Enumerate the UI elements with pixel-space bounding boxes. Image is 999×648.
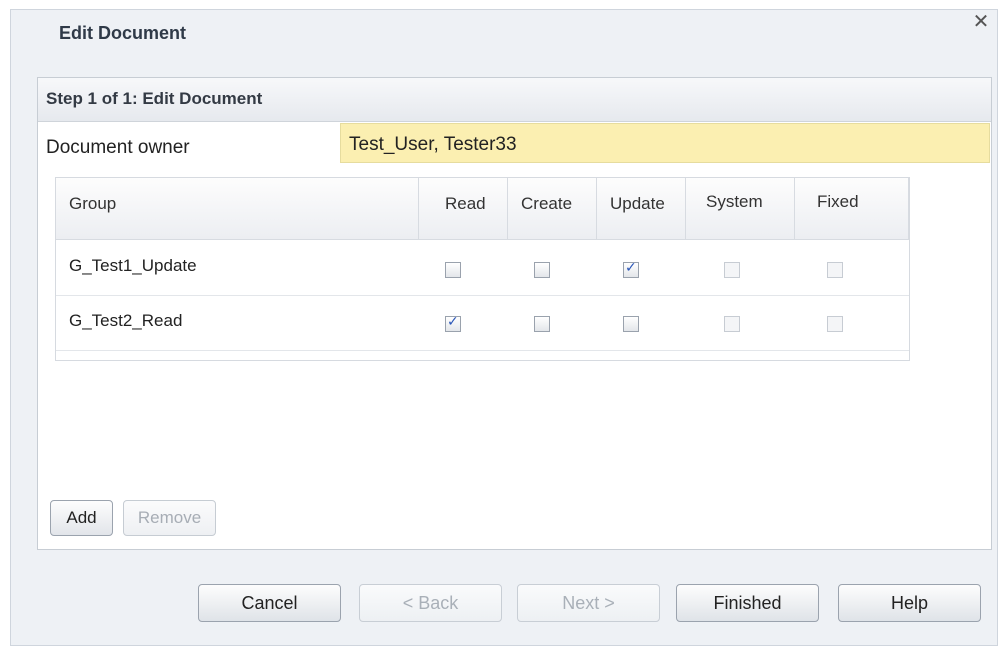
- table-row[interactable]: G_Test1_Update ✓: [56, 240, 909, 296]
- column-header-label: Read: [445, 194, 486, 213]
- column-header-label: Create: [521, 194, 573, 213]
- next-button[interactable]: Next >: [517, 584, 660, 622]
- update-checkbox[interactable]: [623, 316, 639, 332]
- read-checkbox[interactable]: [445, 262, 461, 278]
- column-header-label: Group: [69, 194, 117, 213]
- update-checkbox[interactable]: ✓: [623, 260, 639, 278]
- column-header-read[interactable]: Read: [419, 178, 508, 240]
- owner-label: Document owner: [46, 137, 190, 158]
- checkmark-icon: ✓: [625, 260, 637, 276]
- back-button[interactable]: < Back: [359, 584, 502, 622]
- table-row[interactable]: G_Test2_Read ✓: [56, 295, 909, 351]
- permissions-table: Group Read Create Update System Fixed G_…: [55, 177, 910, 361]
- owner-field[interactable]: Test_User, Tester33: [340, 123, 990, 163]
- column-header-create[interactable]: Create: [508, 178, 597, 240]
- checkmark-icon: ✓: [447, 314, 459, 330]
- fixed-checkbox: [827, 262, 843, 278]
- step-panel: Step 1 of 1: Edit Document Document owne…: [37, 77, 992, 550]
- step-header: Step 1 of 1: Edit Document: [38, 78, 991, 122]
- column-header-fixed[interactable]: Fixed: [795, 178, 909, 240]
- step-title: Step 1 of 1: Edit Document: [46, 89, 263, 108]
- remove-button[interactable]: Remove: [123, 500, 216, 536]
- system-checkbox: [724, 316, 740, 332]
- fixed-checkbox: [827, 316, 843, 332]
- add-button[interactable]: Add: [50, 500, 113, 536]
- system-checkbox: [724, 262, 740, 278]
- column-header-label: Fixed: [817, 192, 859, 211]
- group-name: G_Test2_Read: [69, 311, 183, 330]
- column-header-system[interactable]: System: [686, 178, 795, 240]
- cancel-button[interactable]: Cancel: [198, 584, 341, 622]
- column-header-label: System: [706, 192, 763, 211]
- create-checkbox[interactable]: [534, 316, 550, 332]
- finished-button[interactable]: Finished: [676, 584, 819, 622]
- group-name: G_Test1_Update: [69, 256, 197, 275]
- create-checkbox[interactable]: [534, 262, 550, 278]
- column-header-group[interactable]: Group: [56, 178, 419, 240]
- help-button[interactable]: Help: [838, 584, 981, 622]
- dialog-titlebar: Edit Document: [11, 10, 997, 58]
- dialog-title: Edit Document: [59, 23, 187, 43]
- column-header-label: Update: [610, 194, 665, 213]
- close-icon[interactable]: ✕: [972, 10, 990, 32]
- column-header-update[interactable]: Update: [597, 178, 686, 240]
- read-checkbox[interactable]: ✓: [445, 314, 461, 332]
